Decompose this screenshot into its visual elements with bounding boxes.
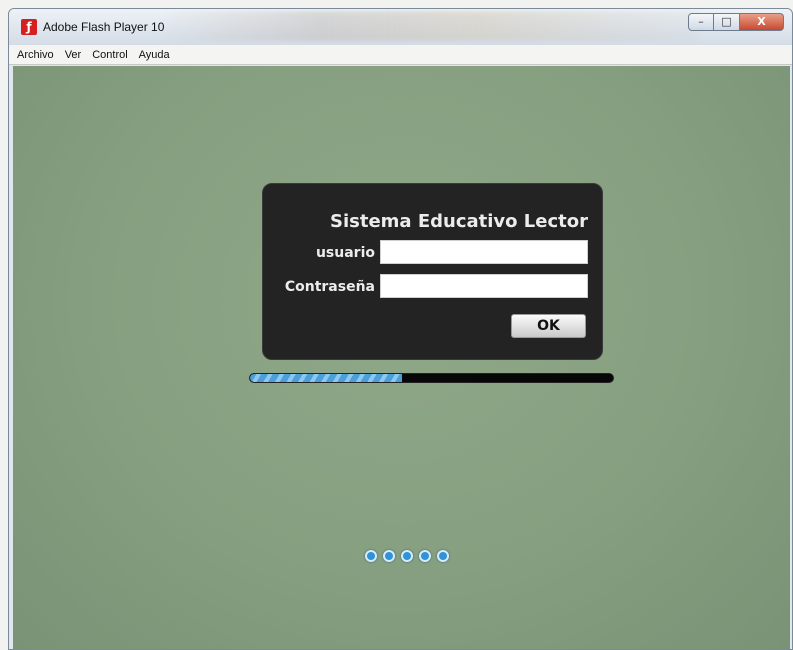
password-label: Contraseña <box>284 279 375 295</box>
menu-bar: Archivo Ver Control Ayuda <box>9 45 792 65</box>
menu-ayuda[interactable]: Ayuda <box>139 49 170 61</box>
menu-archivo[interactable]: Archivo <box>17 49 54 61</box>
window-title: Adobe Flash Player 10 <box>43 20 165 34</box>
progress-bar-fill <box>250 374 403 382</box>
title-bar: ƒ Adobe Flash Player 10 – □ X <box>9 9 792 45</box>
title-bar-background-blur <box>159 11 699 41</box>
loading-dot <box>383 550 395 562</box>
loading-dot <box>419 550 431 562</box>
username-field[interactable] <box>380 240 588 264</box>
username-label: usuario <box>315 245 375 261</box>
window-controls: – □ X <box>688 13 784 31</box>
ok-button[interactable]: OK <box>511 314 586 338</box>
loading-dot <box>401 550 413 562</box>
loading-indicator <box>365 550 455 562</box>
loading-dot <box>365 550 377 562</box>
minimize-button[interactable]: – <box>688 13 714 31</box>
progress-bar <box>249 373 614 383</box>
maximize-button[interactable]: □ <box>714 13 740 31</box>
password-field[interactable] <box>380 274 588 298</box>
close-button[interactable]: X <box>740 13 784 31</box>
menu-ver[interactable]: Ver <box>65 49 82 61</box>
loading-dot <box>437 550 449 562</box>
flash-stage: Sistema Educativo Lector usuario Contras… <box>13 66 790 649</box>
login-panel: Sistema Educativo Lector usuario Contras… <box>262 183 603 360</box>
flash-player-icon: ƒ <box>21 19 37 35</box>
login-title: Sistema Educativo Lector <box>330 211 588 232</box>
flash-player-window: ƒ Adobe Flash Player 10 – □ X Archivo Ve… <box>8 8 793 650</box>
menu-control[interactable]: Control <box>92 49 127 61</box>
